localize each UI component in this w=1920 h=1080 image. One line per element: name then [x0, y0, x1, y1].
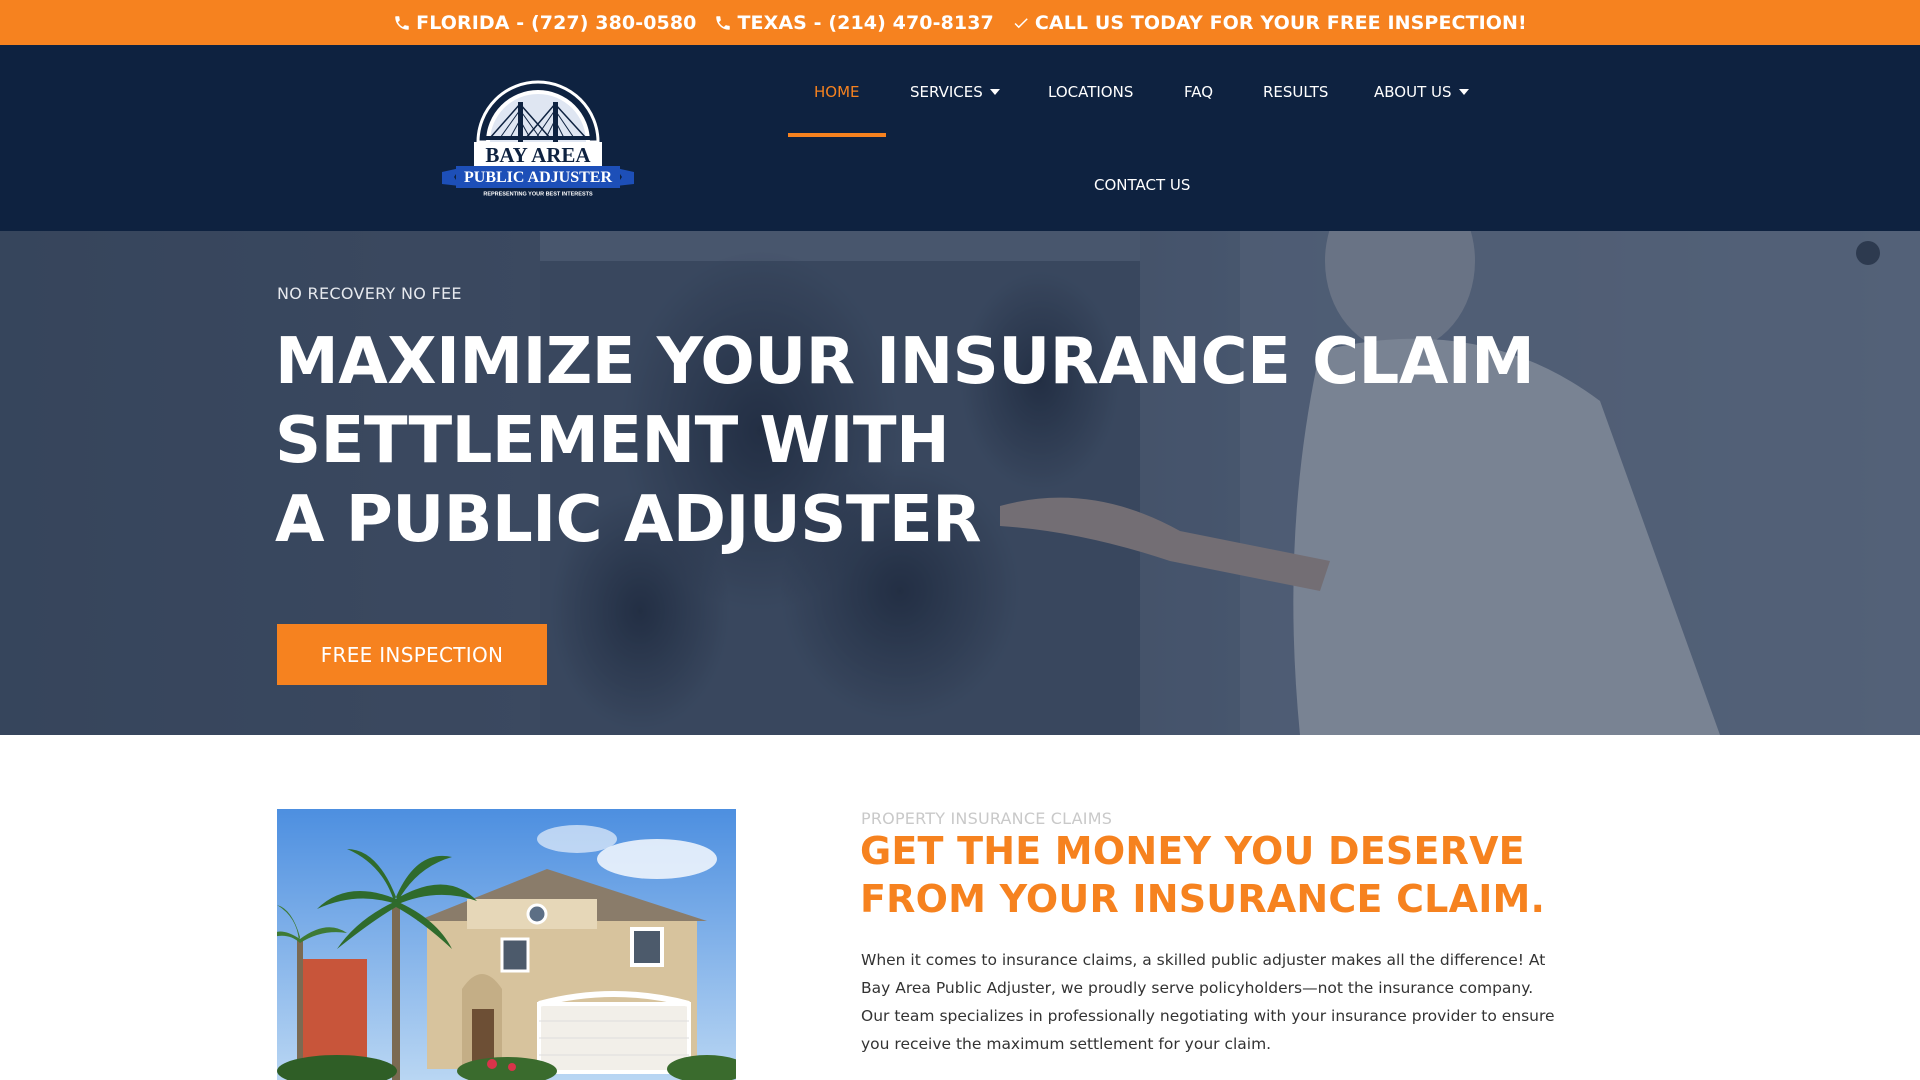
site-header: BAY AREA PUBLIC ADJUSTER REPRESENTING YO… [0, 45, 1920, 231]
section-body-text: When it comes to insurance claims, a ski… [861, 951, 1555, 1053]
nav-active-indicator [788, 133, 886, 137]
section-title-line-1: GET THE MONEY YOU DESERVE [860, 829, 1525, 873]
section-title-line-2: FROM YOUR INSURANCE CLAIM. [860, 877, 1546, 921]
section-title: GET THE MONEY YOU DESERVE FROM YOUR INSU… [860, 827, 1545, 923]
hero-eyebrow: NO RECOVERY NO FEE [277, 284, 462, 303]
logo-line2: PUBLIC ADJUSTER [464, 169, 612, 186]
nav-about-us-label: ABOUT US [1374, 83, 1452, 101]
chevron-down-icon [989, 89, 1000, 95]
logo-tagline: REPRESENTING YOUR BEST INTERESTS [483, 192, 593, 198]
callout-text: CALL US TODAY FOR YOUR FREE INSPECTION! [1034, 11, 1527, 34]
property-claims-section: PROPERTY INSURANCE CLAIMS GET THE MONEY … [0, 735, 1920, 1080]
nav-faq[interactable]: FAQ [1184, 83, 1213, 101]
nav-locations[interactable]: LOCATIONS [1048, 83, 1133, 101]
nav-results-label: RESULTS [1263, 83, 1329, 101]
nav-results[interactable]: RESULTS [1263, 83, 1328, 101]
nav-home[interactable]: HOME [814, 83, 860, 101]
nav-contact-us[interactable]: CONTACT US [1094, 176, 1190, 194]
hero-title-line-1: MAXIMIZE YOUR INSURANCE CLAIM [275, 325, 1535, 399]
free-inspection-button[interactable]: FREE INSPECTION [277, 624, 547, 685]
phone-icon [395, 15, 409, 30]
main-nav: HOME SERVICES LOCATIONS FAQ RESULTS ABOU… [788, 45, 1488, 231]
phone-icon [716, 15, 731, 30]
top-contact-bar: FLORIDA - (727) 380-0580 TEXAS - (214) 4… [0, 0, 1920, 45]
texas-phone-text: TEXAS - (214) 470-8137 [737, 11, 994, 34]
nav-contact-us-label: CONTACT US [1094, 176, 1191, 194]
free-inspection-callout: CALL US TODAY FOR YOUR FREE INSPECTION! [1012, 12, 1527, 34]
hero-title: MAXIMIZE YOUR INSURANCE CLAIM SETTLEMENT… [275, 323, 1575, 560]
check-icon [1014, 17, 1028, 28]
nav-faq-label: FAQ [1184, 83, 1214, 101]
hero-title-line-3: A PUBLIC ADJUSTER [275, 483, 982, 557]
logo-line1: BAY AREA [485, 143, 591, 167]
nav-about-us[interactable]: ABOUT US [1374, 83, 1469, 101]
section-kicker: PROPERTY INSURANCE CLAIMS [861, 809, 1113, 828]
chevron-down-icon [1458, 89, 1469, 95]
texas-phone-link[interactable]: TEXAS - (214) 470-8137 [714, 11, 994, 34]
nav-home-label: HOME [814, 83, 860, 101]
nav-services-label: SERVICES [910, 83, 983, 101]
nav-services[interactable]: SERVICES [910, 83, 1000, 101]
hero-title-line-2: SETTLEMENT WITH [275, 404, 950, 478]
florida-phone-text: FLORIDA - (727) 380-0580 [416, 11, 697, 34]
house-photo [277, 809, 736, 1080]
site-logo[interactable]: BAY AREA PUBLIC ADJUSTER REPRESENTING YO… [440, 80, 636, 205]
nav-locations-label: LOCATIONS [1048, 83, 1134, 101]
hero-section: NO RECOVERY NO FEE MAXIMIZE YOUR INSURAN… [0, 231, 1920, 735]
florida-phone-link[interactable]: FLORIDA - (727) 380-0580 [393, 12, 696, 34]
bay-area-public-adjuster-logo: BAY AREA PUBLIC ADJUSTER REPRESENTING YO… [442, 80, 634, 198]
